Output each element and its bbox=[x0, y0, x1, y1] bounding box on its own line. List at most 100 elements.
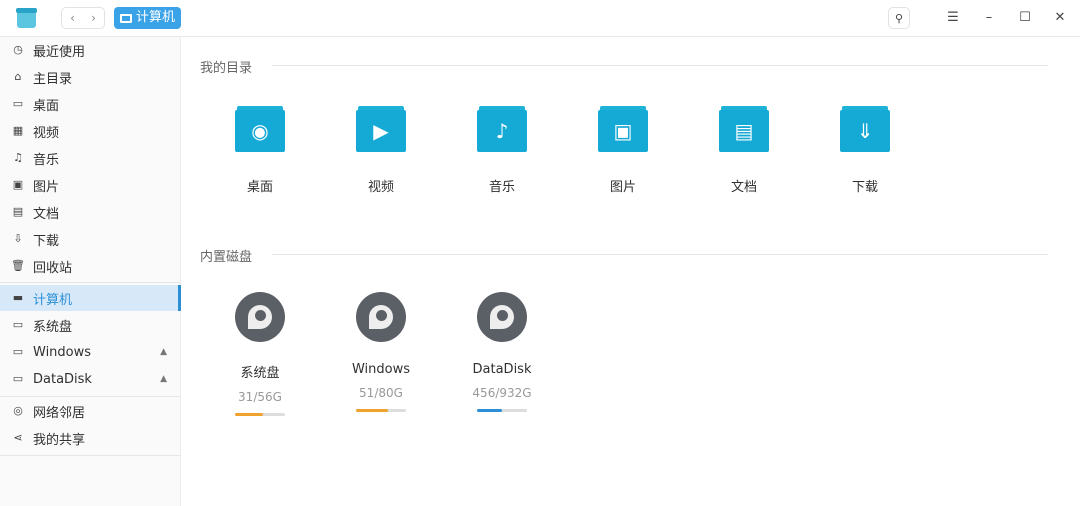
sidebar-item-14[interactable]: ⋖ 我的共享 bbox=[0, 425, 181, 451]
sidebar-divider bbox=[0, 396, 181, 397]
sidebar-item-label: 视频 bbox=[33, 125, 60, 141]
eject-icon[interactable]: ▲ bbox=[160, 374, 167, 384]
download-folder-icon: ⇓ bbox=[840, 106, 890, 152]
disk-1[interactable]: Windows 51/80G bbox=[336, 292, 426, 412]
folder-music[interactable]: ♪ 音乐 bbox=[457, 106, 547, 195]
sidebar-item-label: DataDisk bbox=[33, 371, 92, 387]
document-folder-icon: ▤ bbox=[719, 106, 769, 152]
sidebar-item-label: 下载 bbox=[33, 233, 60, 249]
disk-icon: ▭ bbox=[12, 372, 24, 385]
disk-usage: 456/932G bbox=[472, 386, 532, 400]
computer-icon: ▬ bbox=[12, 291, 24, 304]
section-title-my-directories: 我的目录 bbox=[200, 61, 253, 76]
sidebar-item-label: 网络邻居 bbox=[33, 405, 86, 421]
folder-desktop[interactable]: ◉ 桌面 bbox=[215, 106, 305, 195]
sidebar-item-8[interactable]: 🗑 回收站 bbox=[0, 253, 181, 279]
sidebar-item-9[interactable]: ▬ 计算机 bbox=[0, 285, 181, 311]
sidebar-item-label: 我的共享 bbox=[33, 432, 86, 448]
minimize-button[interactable]: – bbox=[978, 7, 1000, 29]
sidebar-item-10[interactable]: ▭ 系统盘 bbox=[0, 312, 181, 338]
desktop-icon: ▭ bbox=[12, 97, 24, 110]
disk-icon: ▭ bbox=[12, 345, 24, 358]
disk-icon bbox=[235, 292, 285, 342]
music-folder-icon: ♪ bbox=[477, 106, 527, 152]
sidebar-item-3[interactable]: ▦ 视频 bbox=[0, 118, 181, 144]
section-title-internal-disks: 内置磁盘 bbox=[200, 250, 253, 265]
download-icon: ⇩ bbox=[13, 232, 23, 245]
sidebar-item-0[interactable]: ◷ 最近使用 bbox=[0, 37, 181, 63]
sidebar-item-label: 系统盘 bbox=[33, 319, 73, 335]
sidebar-item-2[interactable]: ▭ 桌面 bbox=[0, 91, 181, 117]
share-icon: ⋖ bbox=[13, 431, 23, 444]
forward-button[interactable]: › bbox=[83, 8, 104, 28]
sidebar: ◷ 最近使用 ⌂ 主目录 ▭ 桌面 ▦ 视频 ♫ 音乐 ▣ 图片 ▤ 文档 ⇩ 下载 🗑 回收站 ▬ 计算机 ▭ 系统盘 ▭… bbox=[0, 37, 181, 506]
folder-label: 桌面 bbox=[246, 180, 273, 195]
disk-usage-bar bbox=[477, 409, 527, 412]
sidebar-item-label: 文档 bbox=[33, 206, 60, 222]
computer-icon bbox=[120, 13, 132, 23]
menu-button[interactable]: ☰ bbox=[942, 7, 964, 29]
disk-usage-bar bbox=[235, 413, 285, 416]
sidebar-item-7[interactable]: ⇩ 下载 bbox=[0, 226, 181, 252]
sidebar-item-13[interactable]: ◎ 网络邻居 bbox=[0, 398, 181, 424]
folder-download[interactable]: ⇓ 下载 bbox=[820, 106, 910, 195]
disk-usage-fill bbox=[477, 409, 502, 412]
sidebar-item-11[interactable]: ▭ Windows ▲ bbox=[0, 339, 181, 365]
music-icon: ♫ bbox=[13, 151, 23, 164]
sidebar-item-label: 回收站 bbox=[33, 260, 73, 276]
video-icon: ▦ bbox=[12, 124, 24, 137]
sidebar-item-label: Windows bbox=[33, 344, 92, 360]
disk-usage: 31/56G bbox=[238, 390, 282, 404]
section-divider bbox=[272, 65, 1048, 66]
disk-0[interactable]: 系统盘 31/56G bbox=[215, 292, 305, 416]
sidebar-item-label: 图片 bbox=[33, 179, 60, 195]
disk-icon bbox=[356, 292, 406, 342]
sidebar-item-4[interactable]: ♫ 音乐 bbox=[0, 145, 181, 171]
folder-label: 图片 bbox=[609, 180, 636, 195]
sidebar-item-label: 主目录 bbox=[33, 71, 73, 87]
disk-icon bbox=[477, 292, 527, 342]
disk-label: 系统盘 bbox=[240, 366, 280, 381]
folder-label: 音乐 bbox=[488, 180, 515, 195]
search-button[interactable]: ⚲ bbox=[888, 7, 910, 29]
trash-icon: 🗑 bbox=[11, 259, 25, 272]
sidebar-item-label: 音乐 bbox=[33, 152, 60, 168]
network-icon: ◎ bbox=[13, 404, 23, 417]
app-logo-icon bbox=[16, 8, 37, 28]
close-button[interactable]: ✕ bbox=[1049, 7, 1071, 29]
disk-label: DataDisk bbox=[472, 362, 532, 377]
disk-usage-fill bbox=[356, 409, 388, 412]
home-icon: ⌂ bbox=[14, 70, 22, 83]
folder-label: 下载 bbox=[851, 180, 878, 195]
desktop-folder-icon: ◉ bbox=[235, 106, 285, 152]
eject-icon[interactable]: ▲ bbox=[160, 347, 167, 357]
sidebar-divider bbox=[0, 282, 181, 283]
picture-folder-icon: ▣ bbox=[598, 106, 648, 152]
back-button[interactable]: ‹ bbox=[62, 8, 83, 28]
disk-label: Windows bbox=[351, 362, 411, 377]
folder-video[interactable]: ▶ 视频 bbox=[336, 106, 426, 195]
breadcrumb-computer[interactable]: 计算机 bbox=[114, 7, 182, 29]
title-bar: ‹ › 计算机 ⚲ ☰ – ☐ ✕ bbox=[0, 0, 1080, 37]
section-divider bbox=[272, 254, 1048, 255]
disk-usage-fill bbox=[235, 413, 263, 416]
document-icon: ▤ bbox=[12, 205, 24, 218]
picture-icon: ▣ bbox=[12, 178, 24, 191]
sidebar-item-6[interactable]: ▤ 文档 bbox=[0, 199, 181, 225]
folder-document[interactable]: ▤ 文档 bbox=[699, 106, 789, 195]
disk-usage-bar bbox=[356, 409, 406, 412]
sidebar-item-label: 最近使用 bbox=[33, 44, 86, 60]
disk-usage: 51/80G bbox=[359, 386, 403, 400]
video-folder-icon: ▶ bbox=[356, 106, 406, 152]
sidebar-item-label: 桌面 bbox=[33, 98, 60, 114]
breadcrumb-label: 计算机 bbox=[136, 10, 176, 25]
maximize-button[interactable]: ☐ bbox=[1014, 7, 1036, 29]
sidebar-item-5[interactable]: ▣ 图片 bbox=[0, 172, 181, 198]
folder-label: 文档 bbox=[730, 180, 757, 195]
sidebar-item-12[interactable]: ▭ DataDisk ▲ bbox=[0, 366, 181, 392]
clock-icon: ◷ bbox=[13, 43, 23, 56]
disk-icon: ▭ bbox=[12, 318, 24, 331]
folder-picture[interactable]: ▣ 图片 bbox=[578, 106, 668, 195]
disk-2[interactable]: DataDisk 456/932G bbox=[457, 292, 547, 412]
sidebar-item-1[interactable]: ⌂ 主目录 bbox=[0, 64, 181, 90]
